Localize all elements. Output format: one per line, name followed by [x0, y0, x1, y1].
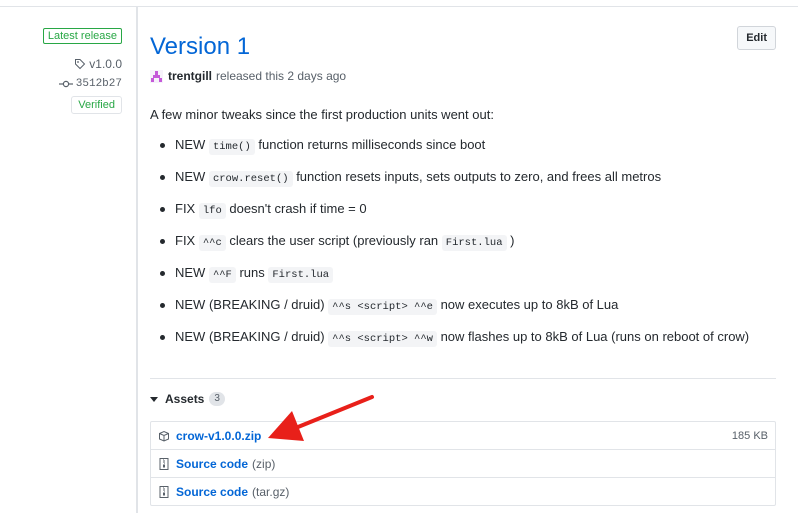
source-zip-ext: (zip): [252, 456, 276, 471]
release-byline: trentgill released this 2 days ago: [150, 69, 346, 83]
source-zip-link[interactable]: Source code: [176, 457, 248, 471]
note-text: ): [506, 233, 515, 248]
source-targz-ext: (tar.gz): [252, 484, 290, 499]
file-zip-icon: [158, 457, 170, 470]
release-note-item: NEW (BREAKING / druid) ^^s <script> ^^e …: [150, 291, 776, 323]
note-text: function returns milliseconds since boot: [254, 137, 486, 152]
edit-button[interactable]: Edit: [737, 26, 776, 50]
asset-row: Source code (tar.gz): [151, 477, 775, 505]
assets-list: crow-v1.0.0.zip 185 KB Source code (zip): [150, 421, 776, 506]
file-zip-icon: [158, 485, 170, 498]
note-text: NEW (BREAKING / druid): [175, 297, 329, 312]
inline-code: ^^F: [208, 267, 236, 283]
assets-divider: [150, 378, 776, 379]
inline-code: ^^c: [198, 235, 226, 251]
note-text: runs: [235, 265, 269, 280]
inline-code: crow.reset(): [208, 171, 293, 187]
release-time: released this 2 days ago: [216, 69, 347, 83]
release-note-item: NEW ^^F runs First.lua: [150, 259, 776, 291]
asset-size: 185 KB: [731, 429, 768, 442]
asset-download-link[interactable]: crow-v1.0.0.zip: [176, 429, 261, 443]
verified-badge[interactable]: Verified: [71, 96, 122, 114]
note-text: doesn't crash if time = 0: [225, 201, 367, 216]
note-text: now executes up to 8kB of Lua: [436, 297, 619, 312]
note-text: clears the user script (previously ran: [225, 233, 442, 248]
release-note-item: NEW time() function returns milliseconds…: [150, 131, 776, 163]
note-text: NEW: [175, 137, 209, 152]
inline-code: ^^s <script> ^^e: [328, 299, 437, 315]
package-icon: [158, 430, 170, 442]
tag-name: v1.0.0: [89, 57, 122, 71]
caret-down-icon: [150, 396, 158, 402]
release-note-item: FIX ^^c clears the user script (previous…: [150, 227, 776, 259]
tag-icon: [75, 59, 86, 70]
asset-row: crow-v1.0.0.zip 185 KB: [151, 422, 775, 449]
assets-count: 3: [209, 392, 225, 406]
note-text: now flashes up to 8kB of Lua (runs on re…: [436, 329, 750, 344]
assets-toggle[interactable]: Assets 3: [150, 392, 225, 406]
note-text: FIX: [175, 201, 199, 216]
release-sidebar: Latest release v1.0.0 3512b27 Verified: [0, 0, 136, 513]
tag-link[interactable]: v1.0.0: [74, 57, 122, 71]
asset-row: Source code (zip): [151, 449, 775, 477]
author-link[interactable]: trentgill: [168, 69, 212, 83]
commit-link[interactable]: 3512b27: [58, 78, 122, 90]
note-text: NEW: [175, 169, 209, 184]
note-text: FIX: [175, 233, 199, 248]
inline-code: First.lua: [268, 267, 334, 283]
commit-hash: 3512b27: [75, 78, 122, 90]
release-note-item: FIX lfo doesn't crash if time = 0: [150, 195, 776, 227]
latest-release-badge: Latest release: [42, 28, 122, 44]
commit-icon: [58, 80, 73, 88]
release-body: Version 1 Edit trentgill released this 2…: [150, 0, 776, 513]
note-text: NEW: [175, 265, 209, 280]
avatar[interactable]: [150, 69, 163, 83]
release-notes-list: NEW time() function returns milliseconds…: [150, 131, 776, 355]
timeline-divider: [136, 7, 138, 513]
assets-label: Assets: [165, 392, 205, 406]
release-title[interactable]: Version 1: [150, 32, 250, 62]
release-note-item: NEW (BREAKING / druid) ^^s <script> ^^w …: [150, 323, 776, 355]
inline-code: ^^s <script> ^^w: [328, 331, 437, 347]
note-text: NEW (BREAKING / druid): [175, 329, 329, 344]
release-note-item: NEW crow.reset() function resets inputs,…: [150, 163, 776, 195]
inline-code: lfo: [198, 203, 226, 219]
inline-code: time(): [208, 139, 255, 155]
inline-code: First.lua: [441, 235, 507, 251]
note-text: function resets inputs, sets outputs to …: [292, 169, 662, 184]
release-intro: A few minor tweaks since the first produ…: [150, 107, 494, 122]
source-targz-link[interactable]: Source code: [176, 485, 248, 499]
